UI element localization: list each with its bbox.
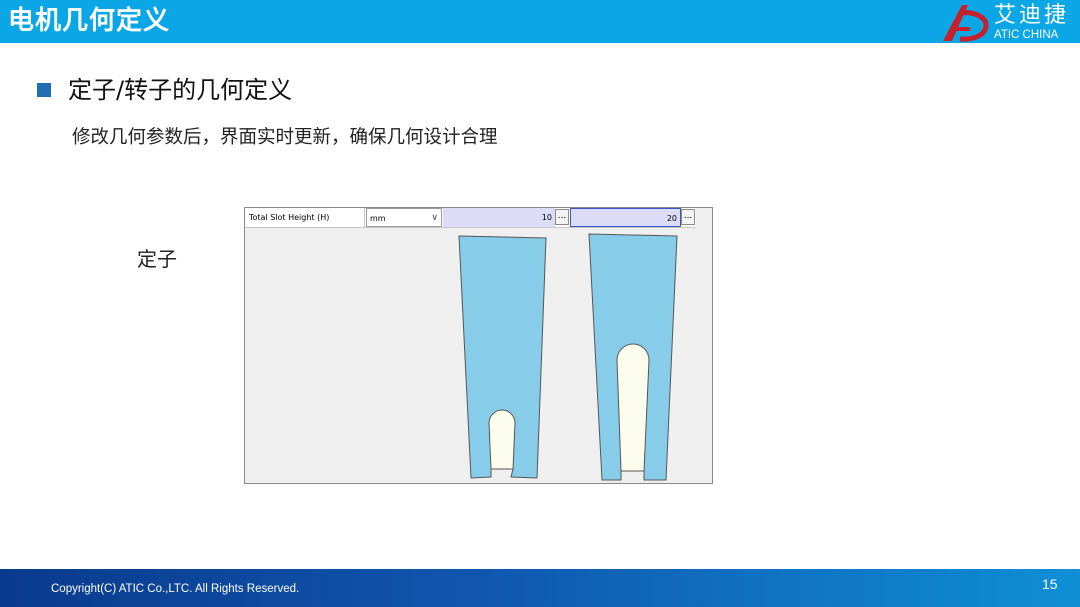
- page-title: 电机几何定义: [8, 6, 171, 36]
- copyright-text: Copyright(C) ATIC Co.,LTC. All Rights Re…: [51, 583, 300, 595]
- stator-label: 定子: [137, 247, 177, 271]
- atic-logo-icon: [943, 5, 989, 42]
- section-description: 修改几何参数后，界面实时更新，确保几何设计合理: [72, 127, 498, 148]
- unit-value: mm: [370, 214, 386, 223]
- page-number: 15: [1042, 576, 1058, 592]
- value-input-2[interactable]: 20: [570, 208, 681, 227]
- slot-preview-canvas: [458, 233, 678, 481]
- header-bar: 电机几何定义 艾迪捷 ATIC CHINA: [0, 0, 1080, 43]
- bullet-icon: [37, 83, 51, 97]
- unit-dropdown[interactable]: mm ∨: [366, 208, 442, 227]
- atic-logo: 艾迪捷 ATIC CHINA: [940, 2, 1080, 44]
- footer-bar: Copyright(C) ATIC Co.,LTC. All Rights Re…: [0, 569, 1080, 607]
- parameter-row: Total Slot Height (H) mm ∨ 10 ... 20 ...: [245, 208, 696, 228]
- value-input-1[interactable]: 10: [443, 208, 555, 227]
- value-1-browse-button[interactable]: ...: [555, 209, 569, 225]
- section-heading: 定子/转子的几何定义: [68, 76, 293, 104]
- slot-shape-1: [458, 235, 547, 479]
- parameter-name: Total Slot Height (H): [245, 208, 365, 227]
- slot-shape-2: [588, 233, 678, 481]
- chevron-down-icon: ∨: [431, 213, 438, 223]
- value-2-browse-button[interactable]: ...: [681, 209, 695, 225]
- slot-geometry-panel: Total Slot Height (H) mm ∨ 10 ... 20 ...: [244, 207, 713, 484]
- logo-english-text: ATIC CHINA: [994, 29, 1059, 41]
- logo-chinese-text: 艾迪捷: [994, 3, 1070, 28]
